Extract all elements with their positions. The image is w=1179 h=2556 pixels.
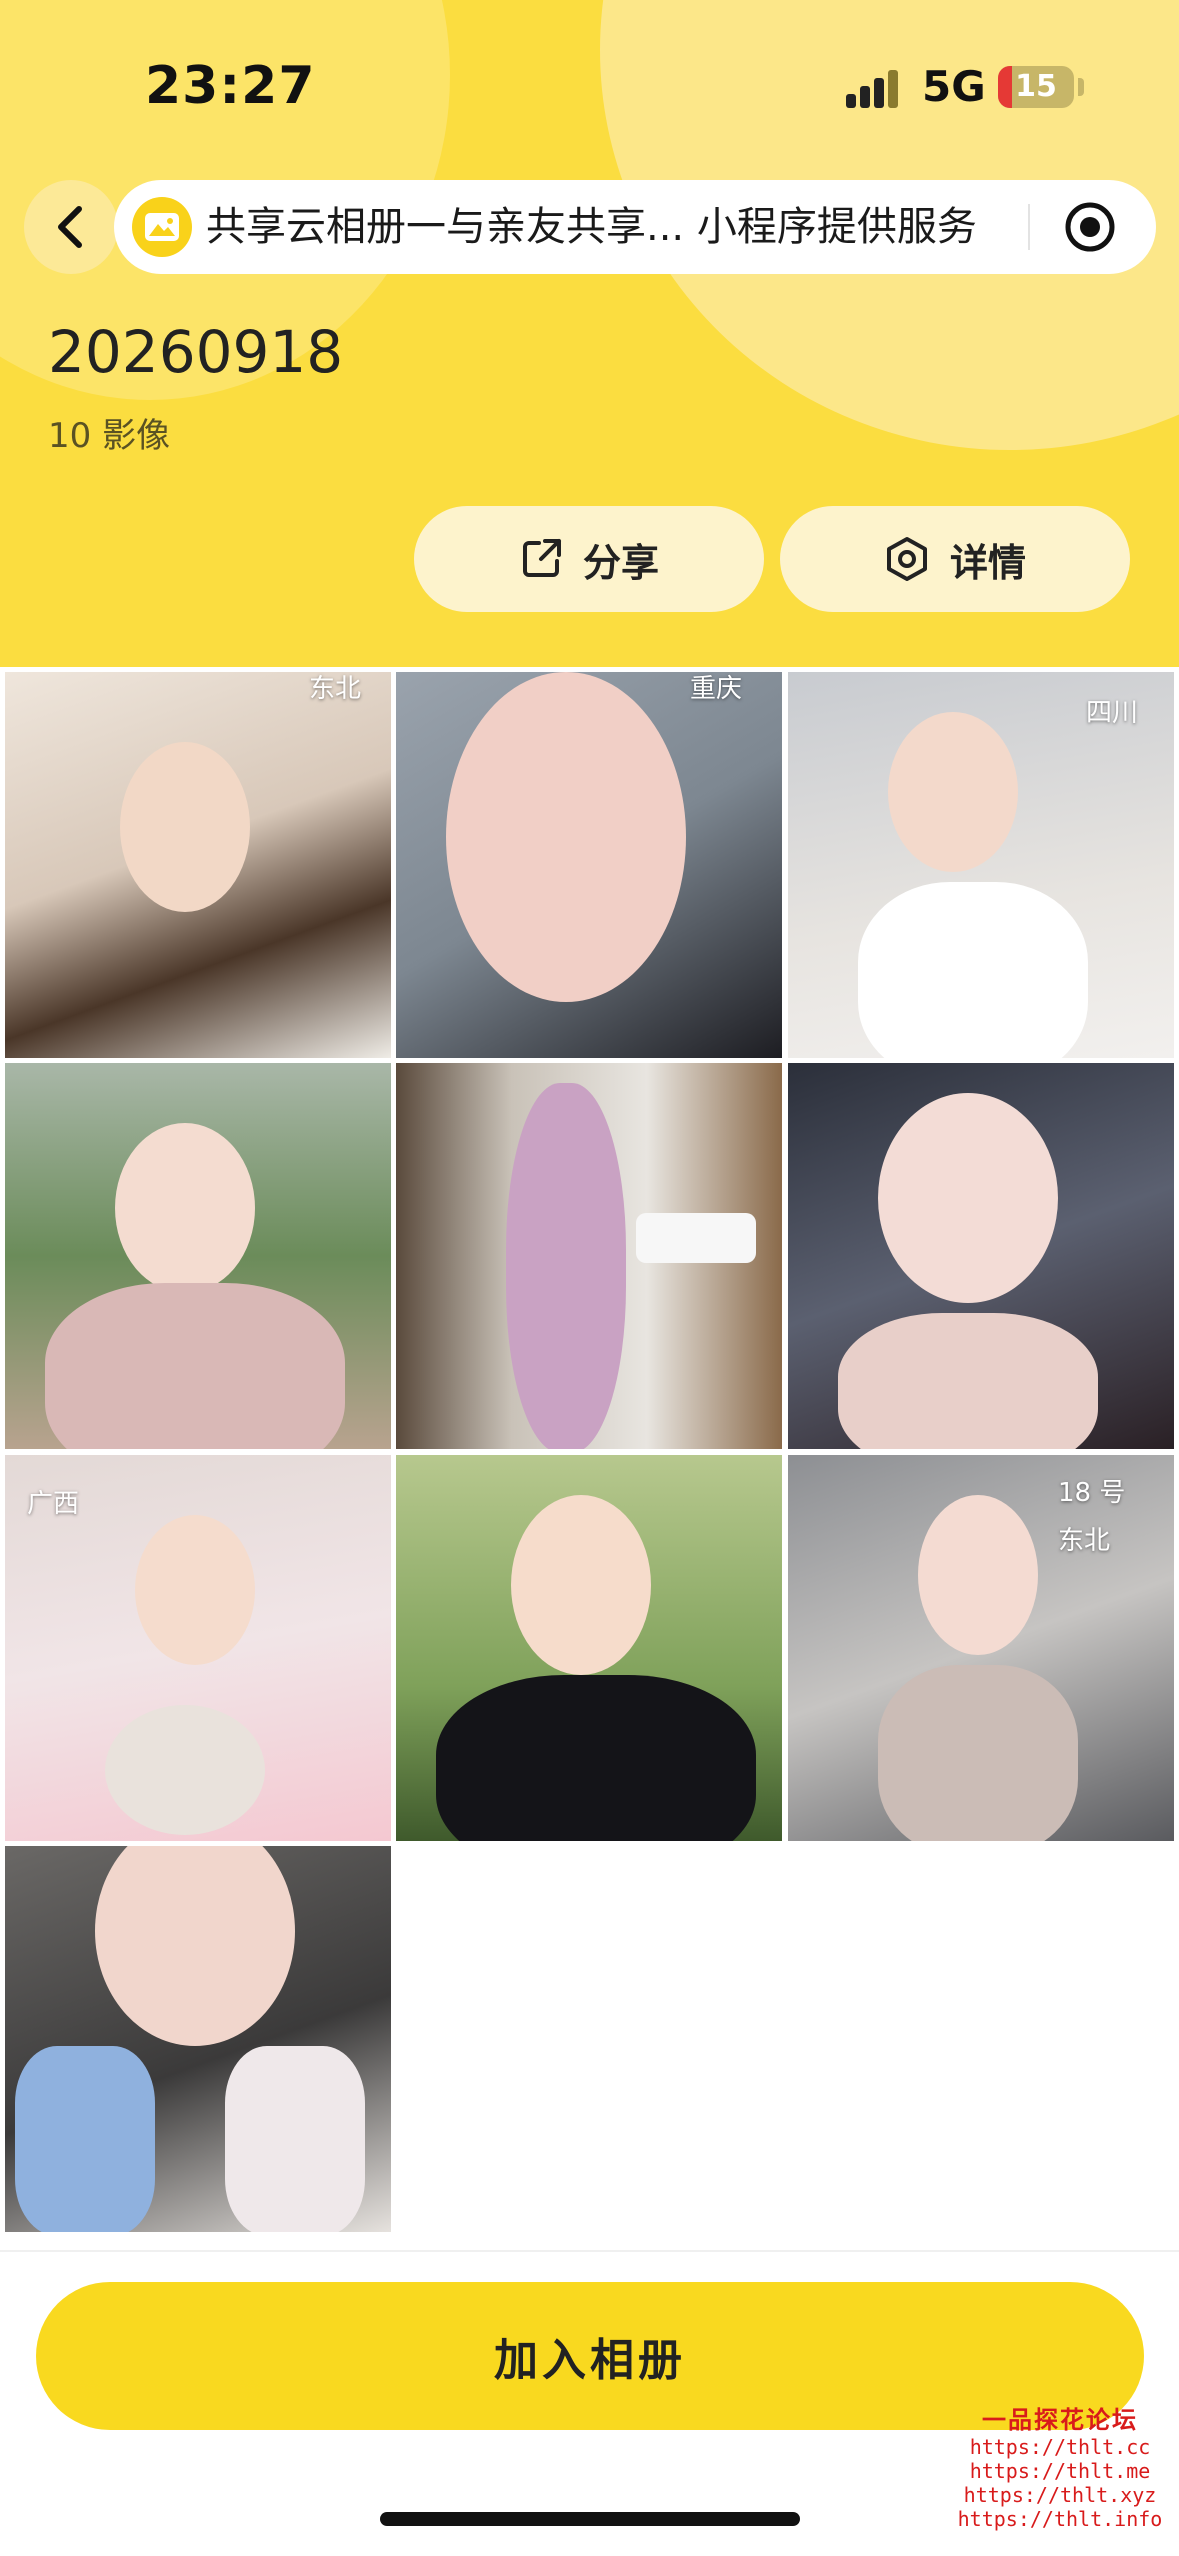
battery-icon: 15 <box>998 66 1074 108</box>
album-header: 23:27 5G 15 共享云相册一与亲友共享... 小程序提供服务 20260… <box>0 0 1179 667</box>
close-mini-program-icon[interactable] <box>1064 201 1116 253</box>
status-time: 23:27 <box>145 56 316 116</box>
mini-program-title-bar[interactable]: 共享云相册一与亲友共享... 小程序提供服务 <box>114 180 1156 274</box>
photo-thumbnail[interactable] <box>396 1063 782 1449</box>
watermark-url: https://thlt.me <box>969 2459 1151 2483</box>
share-label: 分享 <box>582 540 659 585</box>
photo-thumbnail[interactable]: 重庆 <box>396 672 782 1058</box>
chevron-left-icon <box>58 206 82 248</box>
album-count: 10 影像 <box>48 416 171 456</box>
pill-divider <box>1028 204 1030 250</box>
watermark-url: https://thlt.info <box>957 2507 1163 2531</box>
watermark: 一品探花论坛 https://thlt.cc https://thlt.me h… <box>955 2400 1165 2531</box>
watermark-url: https://thlt.xyz <box>963 2483 1157 2507</box>
back-button[interactable] <box>24 180 118 274</box>
photo-thumbnail[interactable]: 四川 <box>788 672 1174 1058</box>
battery-level: 15 <box>1015 69 1057 104</box>
photo-thumbnail[interactable] <box>788 1063 1174 1449</box>
watermark-url: https://thlt.cc <box>969 2435 1151 2459</box>
share-icon <box>522 539 561 577</box>
photo-thumbnail[interactable]: 东北 <box>5 672 391 1058</box>
settings-hexagon-icon <box>886 537 927 581</box>
app-logo-icon <box>132 197 192 257</box>
photo-tag: 四川 <box>1085 698 1138 728</box>
home-indicator[interactable] <box>380 2512 800 2526</box>
photo-thumbnail[interactable]: 广西 <box>5 1455 391 1841</box>
photo-thumbnail[interactable] <box>5 1846 391 2232</box>
details-label: 详情 <box>949 540 1026 585</box>
album-title: 20260918 <box>48 318 344 386</box>
signal-icon <box>846 68 902 108</box>
photo-thumbnail[interactable] <box>5 1063 391 1449</box>
photo-thumbnail[interactable] <box>396 1455 782 1841</box>
photo-tag: 广西 <box>27 1489 80 1519</box>
mini-program-title: 共享云相册一与亲友共享... 小程序提供服务 <box>206 204 977 250</box>
network-type: 5G <box>922 62 986 111</box>
details-button[interactable]: 详情 <box>780 506 1130 612</box>
photo-tag: 东北 <box>308 674 361 704</box>
watermark-title: 一品探花论坛 <box>982 2406 1138 2434</box>
photo-tag: 重庆 <box>689 674 742 704</box>
photo-thumbnail[interactable]: 18 号 东北 <box>788 1455 1174 1841</box>
battery-tip <box>1078 78 1084 96</box>
footer-divider <box>0 2250 1179 2252</box>
share-button[interactable]: 分享 <box>414 506 764 612</box>
photo-tag: 18 号 东北 <box>1058 1478 1126 1556</box>
